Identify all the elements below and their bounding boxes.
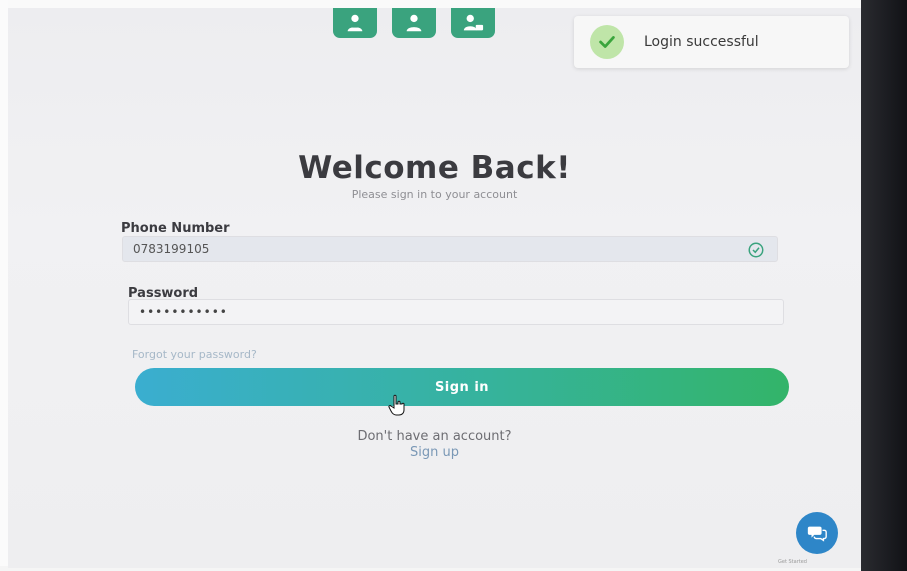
- no-account-text: Don't have an account?: [357, 429, 512, 444]
- user-icon: [347, 14, 363, 32]
- signin-button[interactable]: Sign in: [135, 368, 789, 406]
- role-tab-user-2[interactable]: [392, 8, 436, 38]
- phone-value: 0783199105: [133, 242, 210, 256]
- bezel-top: [0, 0, 907, 8]
- role-selector: [333, 8, 495, 38]
- toast-notification: Login successful: [574, 16, 849, 68]
- hand-cursor-icon: [388, 394, 405, 416]
- chat-icon: [807, 526, 827, 542]
- user-card-icon: [463, 14, 484, 31]
- signup-link[interactable]: Sign up: [8, 445, 861, 460]
- page-title: Welcome Back!: [298, 150, 571, 186]
- check-circle-icon: [590, 25, 624, 59]
- bezel-left: [0, 0, 8, 571]
- role-tab-user[interactable]: [333, 8, 377, 38]
- page-subtitle: Please sign in to your account: [351, 188, 518, 201]
- valid-check-icon: [748, 242, 764, 258]
- chat-caption: Get Started: [778, 559, 807, 565]
- phone-input[interactable]: 0783199105: [122, 236, 778, 262]
- password-value: •••••••••••: [139, 305, 228, 319]
- forgot-password-link[interactable]: Forgot your password?: [132, 348, 257, 361]
- user-icon: [406, 14, 422, 32]
- phone-label: Phone Number: [121, 221, 230, 236]
- toast-message: Login successful: [644, 34, 759, 50]
- login-screen: Login successful Welcome Back! Please si…: [8, 8, 861, 568]
- chat-button[interactable]: [796, 512, 838, 554]
- monitor-bezel: [861, 0, 907, 571]
- password-input[interactable]: •••••••••••: [128, 299, 784, 325]
- role-tab-user-card[interactable]: [451, 8, 495, 38]
